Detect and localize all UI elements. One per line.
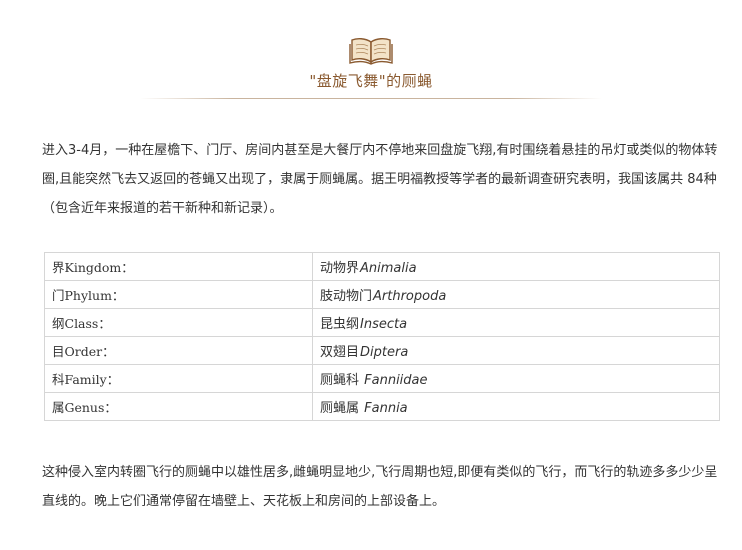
taxon-cell: 厕蝇科 Fanniidae (312, 364, 720, 393)
taxon-name: 动物界 (320, 261, 360, 276)
taxon-latin-name: Arthropoda (373, 289, 447, 304)
rank-cell: 纲Class： (44, 308, 313, 337)
taxon-name: 厕蝇科 (320, 373, 364, 388)
intro-paragraph: 进入3-4月，一种在屋檐下、门厅、房间内甚至是大餐厅内不停地来回盘旋飞翔,有时围… (42, 143, 718, 216)
table-row: 界Kingdom： 动物界Animalia (44, 252, 720, 281)
rank-cell: 属Genus： (44, 392, 313, 421)
taxon-cell: 昆虫纲Insecta (312, 308, 720, 337)
taxon-cell: 动物界Animalia (312, 252, 720, 281)
open-book-icon (349, 37, 393, 65)
taxon-name: 双翅目 (320, 345, 360, 360)
taxonomy-table: 界Kingdom： 动物界Animalia 门Phylum： 肢动物门Arthropo… (44, 252, 720, 421)
article-title: "盘旋飞舞"的厕蝇 (309, 72, 433, 90)
rank-cell: 科Family： (44, 364, 313, 393)
table-row: 门Phylum： 肢动物门Arthropoda (44, 280, 720, 309)
taxon-cell: 厕蝇属 Fannia (312, 392, 720, 421)
title-divider (140, 98, 602, 99)
taxon-name: 肢动物门 (320, 289, 373, 304)
table-row: 科Family： 厕蝇科 Fanniidae (44, 364, 720, 393)
taxon-cell: 双翅目Diptera (312, 336, 720, 365)
taxon-latin-name: Animalia (360, 261, 417, 276)
taxon-latin-name: Diptera (360, 345, 409, 360)
table-row: 目Order： 双翅目Diptera (44, 336, 720, 365)
taxon-name: 厕蝇属 (320, 401, 364, 416)
taxon-cell: 肢动物门Arthropoda (312, 280, 720, 309)
table-row: 纲Class： 昆虫纲Insecta (44, 308, 720, 337)
table-row: 属Genus： 厕蝇属 Fannia (44, 392, 720, 421)
taxon-latin-name: Fannia (364, 401, 408, 416)
outro-paragraph: 这种侵入室内转圈飞行的厕蝇中以雄性居多,雌蝇明显地少,飞行周期也短,即便有类似的… (42, 465, 718, 509)
article-header: "盘旋飞舞"的厕蝇 (0, 36, 742, 91)
rank-cell: 门Phylum： (44, 280, 313, 309)
rank-cell: 界Kingdom： (44, 252, 313, 281)
taxon-latin-name: Insecta (360, 317, 408, 332)
taxon-latin-name: Fanniidae (364, 373, 428, 388)
taxon-name: 昆虫纲 (320, 317, 360, 332)
rank-cell: 目Order： (44, 336, 313, 365)
